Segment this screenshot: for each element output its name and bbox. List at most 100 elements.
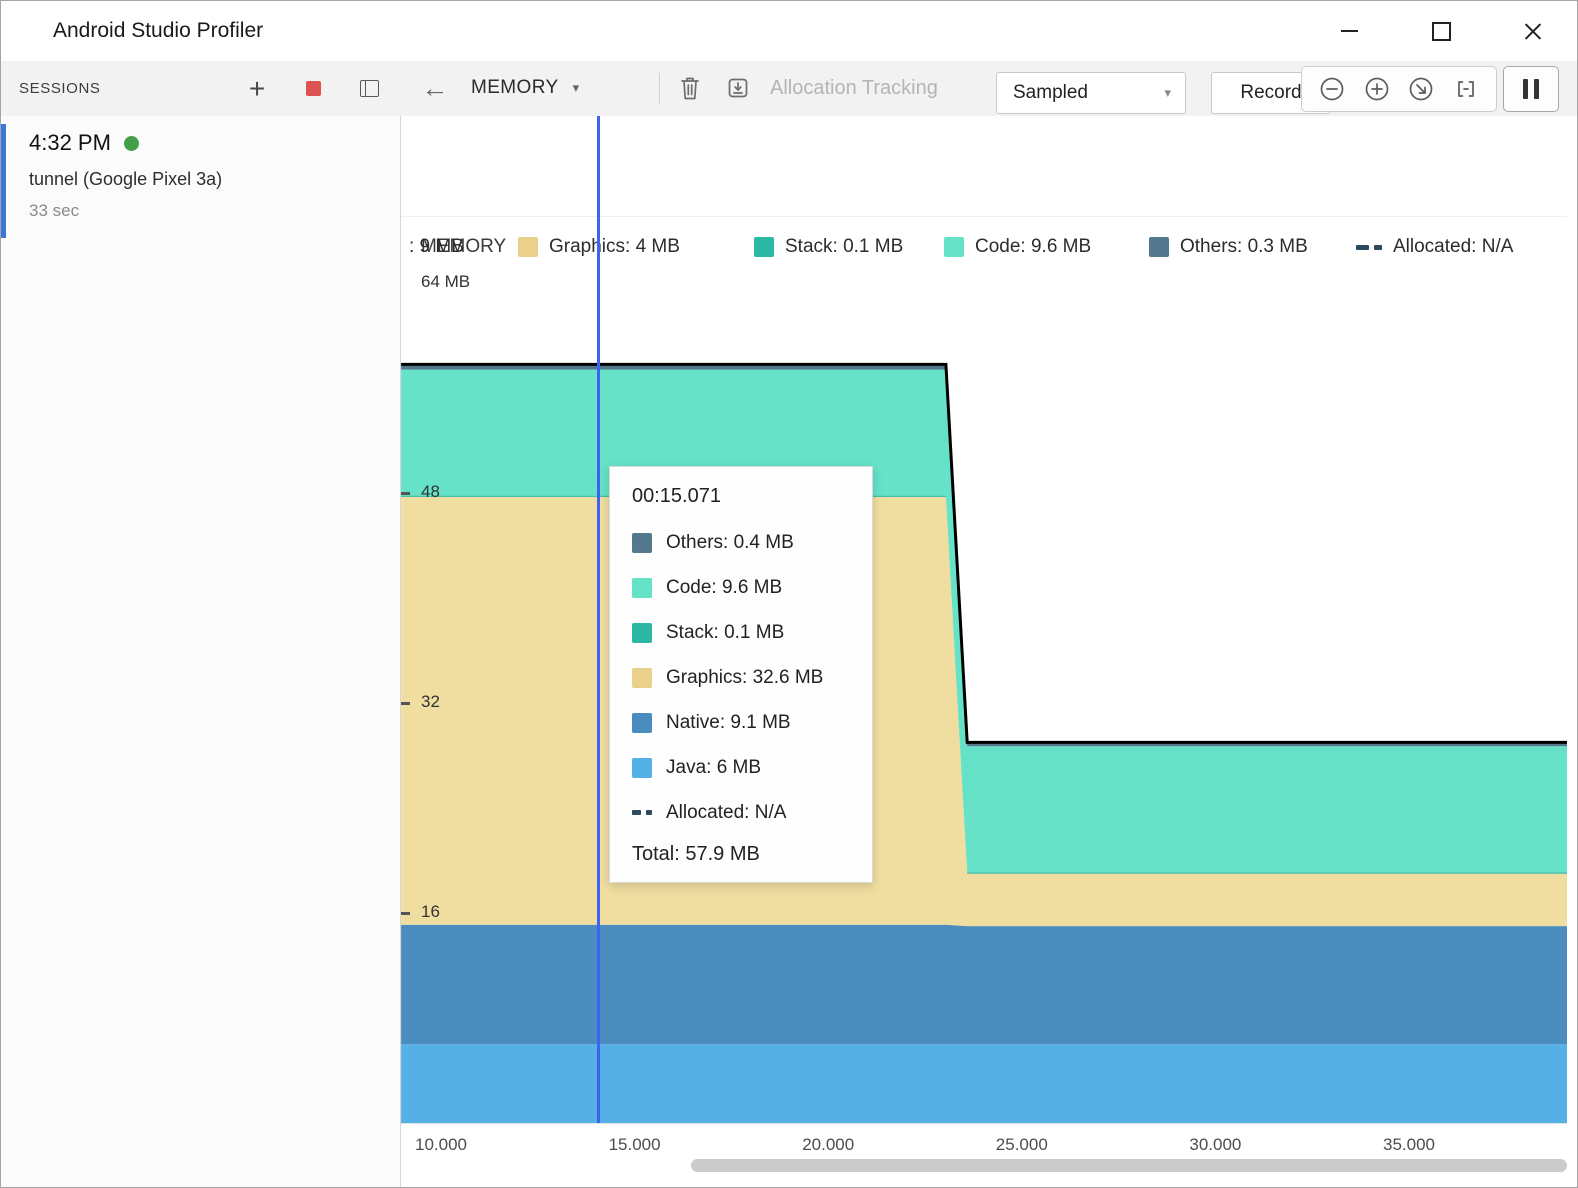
session-time-row: 4:32 PM xyxy=(29,130,400,156)
session-time: 4:32 PM xyxy=(29,130,111,156)
titlebar: Android Studio Profiler xyxy=(1,1,1577,62)
y-axis-tick xyxy=(401,492,410,495)
zoom-in-icon xyxy=(1363,75,1391,103)
y-axis-label: 16 xyxy=(421,902,440,922)
series-swatch-icon xyxy=(632,668,652,688)
series-swatch-icon xyxy=(632,758,652,778)
legend-item-others: Others: 0.3 MB xyxy=(1149,229,1308,265)
panel-layout-icon xyxy=(360,80,379,97)
horizontal-scrollbar-thumb[interactable] xyxy=(691,1159,1567,1172)
x-axis: 10.00015.00020.00025.00030.00035.000 xyxy=(401,1135,1567,1159)
minimize-button[interactable] xyxy=(1329,11,1369,51)
memory-timeline[interactable]: MEMORY : 9 MB Graphics: 4 MB Stack: 0.1 … xyxy=(401,116,1577,1187)
code-swatch-icon xyxy=(944,237,964,257)
profiler-toolbar: ← MEMORY ▾ Allocation Tracking xyxy=(401,61,1577,117)
sessions-panel: 4:32 PM tunnel (Google Pixel 3a) 33 sec xyxy=(1,116,401,1187)
series-swatch-icon xyxy=(632,578,652,598)
tooltip-rows: Others: 0.4 MB Code: 9.6 MB Stack: 0.1 MB G… xyxy=(632,520,850,835)
memory-area-java xyxy=(401,1044,1567,1123)
y-axis-label: 64 MB xyxy=(421,272,470,292)
tooltip-row-label: Allocated: N/A xyxy=(666,802,786,824)
x-axis-baseline xyxy=(401,1123,1567,1124)
legend-item-stack: Stack: 0.1 MB xyxy=(754,229,903,265)
memory-area-native xyxy=(401,925,1567,1045)
y-axis-tick xyxy=(401,912,410,915)
reset-zoom-button[interactable] xyxy=(1407,75,1435,103)
tooltip-row-label: Graphics: 32.6 MB xyxy=(666,667,823,689)
trash-icon xyxy=(678,75,702,101)
session-live-status-dot xyxy=(124,136,139,151)
legend-label: Allocated: N/A xyxy=(1393,236,1513,258)
tooltip-row: Java: 6 MB xyxy=(632,745,850,790)
sessions-header-icons: + xyxy=(243,75,383,103)
tooltip-row: Code: 9.6 MB xyxy=(632,565,850,610)
legend-label: Others: 0.3 MB xyxy=(1180,236,1308,258)
zoom-to-selection-icon xyxy=(1452,75,1480,103)
sessions-header: SESSIONS + xyxy=(1,61,401,116)
collapse-panel-button[interactable] xyxy=(355,75,383,103)
timeline-playhead[interactable] xyxy=(597,116,600,1123)
series-swatch-icon xyxy=(632,623,652,643)
allocated-dash-icon xyxy=(1356,245,1382,250)
selected-session-accent xyxy=(1,124,6,238)
legend-label: Code: 9.6 MB xyxy=(975,236,1091,258)
y-axis-label: 32 xyxy=(421,692,440,712)
graphics-swatch-icon xyxy=(518,237,538,257)
window-controls xyxy=(1329,1,1553,61)
stop-icon xyxy=(306,81,321,96)
tooltip-total: Total: 57.9 MB xyxy=(632,843,850,866)
pause-live-button[interactable] xyxy=(1503,66,1559,112)
tooltip-row-label: Code: 9.6 MB xyxy=(666,577,782,599)
tooltip-row-label: Stack: 0.1 MB xyxy=(666,622,784,644)
zoom-in-button[interactable] xyxy=(1363,75,1391,103)
x-axis-label: 15.000 xyxy=(595,1135,675,1155)
reset-zoom-icon xyxy=(1407,75,1435,103)
tooltip-row: Others: 0.4 MB xyxy=(632,520,850,565)
heap-dump-button[interactable] xyxy=(715,61,761,115)
x-axis-label: 35.000 xyxy=(1369,1135,1449,1155)
record-button-label: Record xyxy=(1240,82,1301,104)
minimize-icon xyxy=(1341,30,1358,32)
legend-item-allocated: Allocated: N/A xyxy=(1356,229,1513,265)
series-swatch-icon xyxy=(632,533,652,553)
zoom-controls-panel xyxy=(1301,66,1497,112)
session-device: tunnel (Google Pixel 3a) xyxy=(29,169,400,190)
profiler-type-dropdown[interactable]: MEMORY ▾ xyxy=(471,61,579,115)
plus-icon: + xyxy=(249,75,265,103)
stop-session-button[interactable] xyxy=(299,75,327,103)
profiler-type-label: MEMORY xyxy=(471,77,559,99)
tooltip-row-label: Java: 6 MB xyxy=(666,757,761,779)
legend-item-code: Code: 9.6 MB xyxy=(944,229,1091,265)
delete-capture-button[interactable] xyxy=(667,61,713,115)
profiler-window: Android Studio Profiler SESSIONS + ← MEM… xyxy=(0,0,1578,1188)
close-icon xyxy=(1524,22,1542,40)
x-axis-label: 25.000 xyxy=(982,1135,1062,1155)
allocated-dash-icon xyxy=(632,810,652,815)
zoom-out-button[interactable] xyxy=(1318,75,1346,103)
session-duration: 33 sec xyxy=(29,201,400,221)
chevron-down-icon: ▾ xyxy=(573,80,580,96)
tooltip-row: Native: 9.1 MB xyxy=(632,700,850,745)
tooltip-row-label: Others: 0.4 MB xyxy=(666,532,794,554)
memory-stacked-area-chart xyxy=(401,116,1567,1123)
chevron-down-icon: ▾ xyxy=(1164,85,1171,101)
x-axis-label: 20.000 xyxy=(788,1135,868,1155)
session-list-item[interactable]: 4:32 PM tunnel (Google Pixel 3a) 33 sec xyxy=(1,116,400,221)
maximize-button[interactable] xyxy=(1421,11,1461,51)
back-arrow-icon: ← xyxy=(422,73,449,104)
pause-icon xyxy=(1534,79,1539,99)
series-swatch-icon xyxy=(632,713,652,733)
legend-label: Graphics: 4 MB xyxy=(549,236,680,258)
close-button[interactable] xyxy=(1513,11,1553,51)
allocation-mode-select[interactable]: Sampled ▾ xyxy=(996,72,1186,114)
legend-label: Stack: 0.1 MB xyxy=(785,236,903,258)
x-axis-label: 30.000 xyxy=(1175,1135,1255,1155)
back-button[interactable]: ← xyxy=(413,61,457,115)
sessions-title: SESSIONS xyxy=(19,80,101,97)
zoom-to-selection-button[interactable] xyxy=(1452,75,1480,103)
stack-swatch-icon xyxy=(754,237,774,257)
tooltip-row: Graphics: 32.6 MB xyxy=(632,655,850,700)
add-session-button[interactable]: + xyxy=(243,75,271,103)
y-axis-tick xyxy=(401,702,410,705)
toolbar-separator xyxy=(659,73,660,104)
